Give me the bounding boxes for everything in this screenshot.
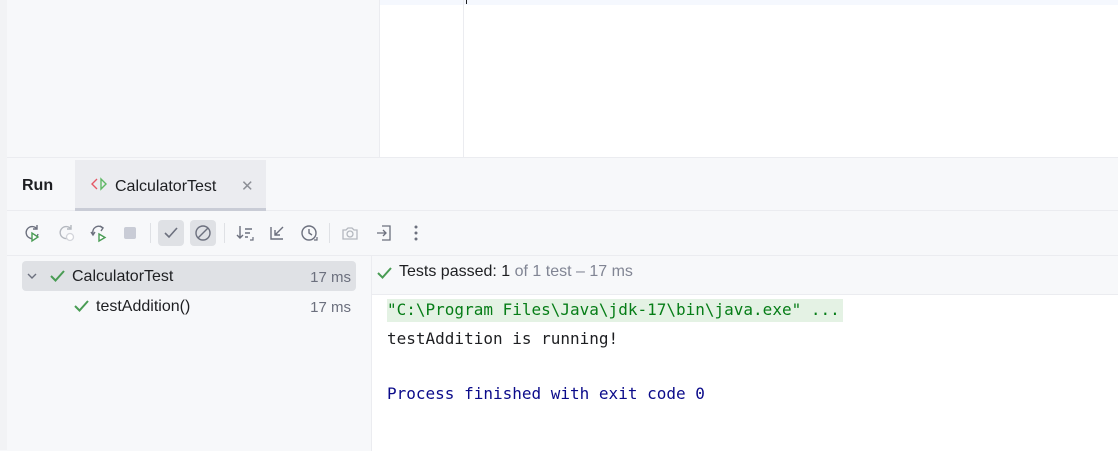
- stop-button[interactable]: [117, 220, 143, 246]
- test-duration: 17 ms: [310, 269, 351, 286]
- more-vertical-icon: [414, 225, 418, 241]
- test-method-name: testAddition(): [96, 298, 191, 315]
- run-tool-window: Run CalculatorTest ✕ CalculatorTest 17 m…: [7, 157, 1118, 451]
- test-class-name: CalculatorTest: [72, 268, 174, 285]
- current-line-gutter-highlight: [380, 0, 463, 5]
- test-duration: 17 ms: [310, 299, 351, 316]
- auto-test-icon: [90, 225, 107, 243]
- rerun-button[interactable]: [19, 220, 45, 246]
- passed-count: 1: [501, 263, 511, 280]
- import-icon: [377, 225, 391, 241]
- passed-check-icon: [50, 270, 65, 282]
- status-suffix: of 1 test – 17 ms: [510, 263, 633, 280]
- camera-icon: [342, 227, 358, 240]
- history-button[interactable]: [296, 220, 322, 246]
- run-window-title: Run: [22, 177, 54, 194]
- toolbar-separator: [150, 223, 151, 243]
- console-output[interactable]: Tests passed: 1 of 1 test – 17 ms "C:\Pr…: [372, 256, 1118, 451]
- rerun-icon: [25, 225, 40, 243]
- run-toolbar: [7, 211, 1118, 256]
- test-status-text: Tests passed: 1 of 1 test – 17 ms: [399, 263, 633, 281]
- command-line[interactable]: "C:\Program Files\Java\jdk-17\bin\java.e…: [387, 299, 843, 322]
- screenshot-button[interactable]: [337, 220, 363, 246]
- test-icon: [91, 177, 107, 191]
- chevron-down-icon[interactable]: [26, 270, 38, 282]
- passed-check-icon: [377, 267, 392, 279]
- rerun-failed-button[interactable]: [53, 220, 79, 246]
- collapse-icon: [270, 226, 284, 240]
- test-tree-item[interactable]: testAddition() 17 ms: [22, 291, 356, 321]
- collapse-all-button[interactable]: [264, 220, 290, 246]
- toolbar-separator: [224, 223, 225, 243]
- tab-label: CalculatorTest: [115, 178, 217, 195]
- stdout-line: testAddition is running!: [387, 329, 619, 348]
- test-results-tree: CalculatorTest 17 ms testAddition() 17 m…: [7, 256, 372, 451]
- run-tab-bar: Run CalculatorTest ✕: [7, 158, 1118, 211]
- sort-icon: [236, 226, 254, 241]
- editor-area: [7, 0, 1118, 157]
- show-ignored-button[interactable]: [190, 220, 216, 246]
- toolbar-separator: [329, 223, 330, 243]
- rerun-failed-icon: [59, 225, 75, 242]
- status-prefix: Tests passed:: [399, 263, 502, 280]
- show-passed-button[interactable]: [158, 220, 184, 246]
- sort-button[interactable]: [232, 220, 258, 246]
- stop-icon: [124, 227, 136, 239]
- history-icon: [301, 225, 318, 241]
- close-icon[interactable]: ✕: [241, 177, 254, 195]
- test-tree-root[interactable]: CalculatorTest 17 ms: [22, 261, 356, 291]
- more-options-button[interactable]: [403, 220, 429, 246]
- editor-gutter: [380, 0, 464, 157]
- text-caret: [466, 0, 467, 4]
- current-line-highlight: [464, 0, 1118, 5]
- tab-calculator-test[interactable]: CalculatorTest ✕: [75, 160, 266, 211]
- import-tests-button[interactable]: [371, 220, 397, 246]
- toggle-auto-test-button[interactable]: [85, 220, 111, 246]
- code-editor[interactable]: [464, 0, 1118, 157]
- passed-check-icon: [74, 300, 89, 312]
- project-pane: [7, 0, 380, 157]
- test-status-bar: Tests passed: 1 of 1 test – 17 ms: [372, 256, 1118, 295]
- check-icon: [164, 227, 178, 239]
- exit-code-line: Process finished with exit code 0: [387, 384, 705, 403]
- ignored-icon: [195, 225, 211, 241]
